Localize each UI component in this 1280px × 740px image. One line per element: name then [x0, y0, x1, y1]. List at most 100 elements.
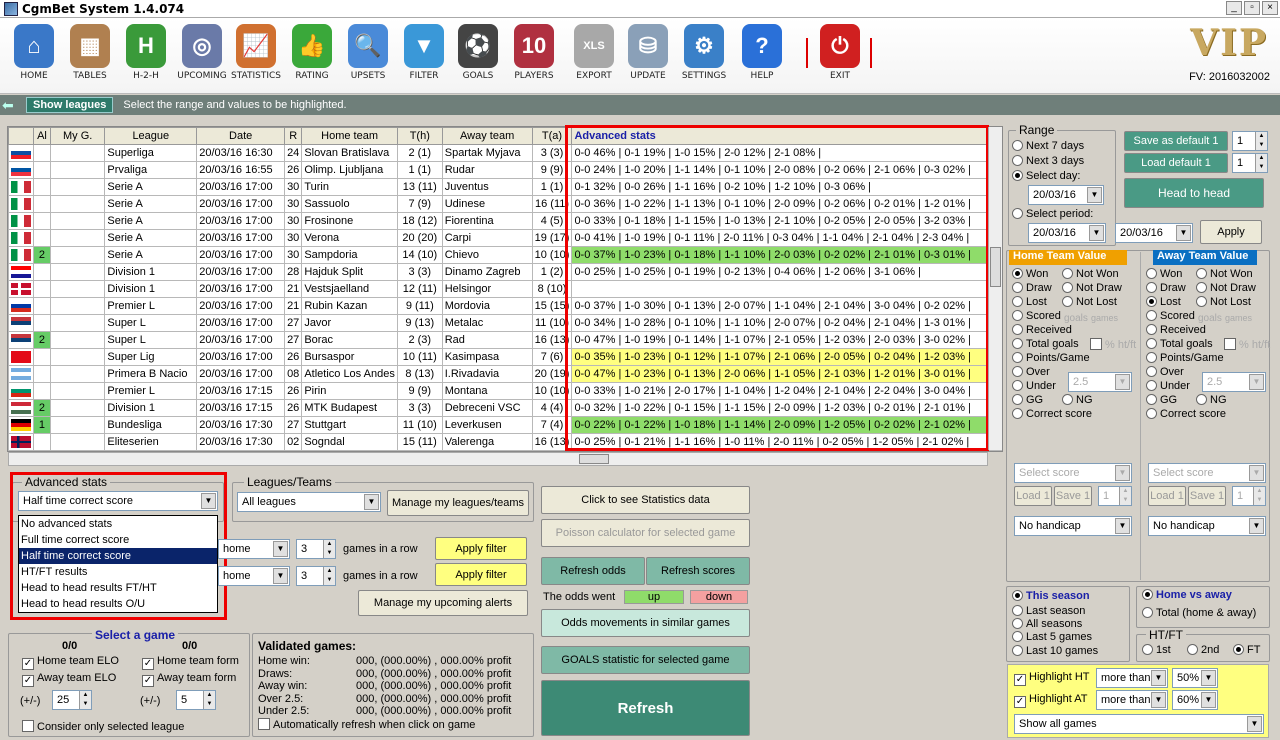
lost-radio[interactable]: Lost [1146, 296, 1181, 308]
statistics-data-button[interactable]: Click to see Statistics data [541, 486, 750, 514]
full-time-radio[interactable]: FT [1233, 644, 1260, 656]
column-header[interactable]: Away team [441, 127, 533, 145]
home-form-checkbox[interactable]: ✓ Home team form [142, 655, 239, 670]
apply-range-button[interactable]: Apply [1200, 220, 1262, 244]
received-radio[interactable]: Received [1146, 324, 1206, 336]
draw-radio[interactable]: Draw [1146, 282, 1186, 294]
over-under-select[interactable]: 2.5 ▼ [1068, 372, 1132, 392]
last-10-games-radio[interactable]: Last 10 games [1012, 645, 1098, 657]
lost-radio[interactable]: Lost [1012, 296, 1047, 308]
points-per-game-radio[interactable]: Points/Game [1012, 352, 1090, 364]
select-day-radio[interactable]: Select day: [1012, 170, 1080, 182]
highlight-at-checkbox[interactable]: ✓ Highlight AT [1014, 693, 1088, 708]
first-half-radio[interactable]: 1st [1142, 644, 1171, 656]
ng-radio[interactable]: NG [1062, 394, 1093, 406]
home-vs-away-radio[interactable]: Home vs away [1142, 589, 1232, 601]
save-default-button[interactable]: Save as default 1 [1124, 131, 1228, 151]
alert-count-2[interactable]: 3 ▲ ▼ [296, 566, 336, 586]
show-games-select[interactable]: Show all games ▼ [1014, 714, 1264, 734]
toolbar-tables-button[interactable]: ▦ TABLES [62, 24, 118, 81]
gg-radio[interactable]: GG [1012, 394, 1043, 406]
alert-team-select-2[interactable]: home ▼ [218, 566, 290, 586]
close-button[interactable]: × [1262, 1, 1278, 15]
won-radio[interactable]: Won [1146, 268, 1182, 280]
highlight-ht-checkbox[interactable]: ✓ Highlight HT [1014, 671, 1090, 686]
toolbar-help-button[interactable]: ? HELP [734, 24, 790, 81]
leagues-select[interactable]: All leagues ▼ [237, 492, 381, 512]
elo-range-spin[interactable]: 25 ▲ ▼ [52, 690, 92, 710]
refresh-button[interactable]: Refresh [541, 680, 750, 736]
refresh-odds-button[interactable]: Refresh odds [541, 557, 645, 585]
form-range-spin[interactable]: 5 ▲ ▼ [176, 690, 216, 710]
column-header[interactable]: Home team [301, 127, 398, 145]
next-7-days-radio[interactable]: Next 7 days [1012, 140, 1084, 152]
maximize-button[interactable]: ▫ [1244, 1, 1260, 15]
toolbar-statistics-button[interactable]: 📈 STATISTICS [228, 24, 284, 81]
alert-team-select-1[interactable]: home ▼ [218, 539, 290, 559]
toolbar-home-button[interactable]: ⌂ HOME [6, 24, 62, 81]
goals-statistic-button[interactable]: GOALS statistic for selected game [541, 646, 750, 674]
toolbar-rating-button[interactable]: 👍 RATING [284, 24, 340, 81]
under-radio[interactable]: Under [1146, 380, 1190, 392]
total-home-away-radio[interactable]: Total (home & away) [1142, 607, 1256, 619]
day-select[interactable]: 20/03/16 ▼ [1028, 185, 1104, 205]
not-won-radio[interactable]: Not Won [1062, 268, 1119, 280]
toolbar-upsets-button[interactable]: 🔍 UPSETS [340, 24, 396, 81]
all-seasons-radio[interactable]: All seasons [1012, 618, 1082, 630]
total-goals-radio[interactable]: Total goals [1012, 338, 1079, 350]
not-lost-radio[interactable]: Not Lost [1196, 296, 1251, 308]
under-radio[interactable]: Under [1012, 380, 1056, 392]
minimize-button[interactable]: _ [1226, 1, 1242, 15]
highlight-ht-operator[interactable]: more than ▼ [1096, 668, 1168, 688]
away-form-checkbox[interactable]: ✓ Away team form [142, 672, 236, 687]
consider-league-checkbox[interactable]: Consider only selected league [22, 720, 184, 733]
select-period-radio[interactable]: Select period: [1012, 208, 1093, 220]
second-half-radio[interactable]: 2nd [1187, 644, 1219, 656]
over-under-select[interactable]: 2.5 ▼ [1202, 372, 1266, 392]
not-lost-radio[interactable]: Not Lost [1062, 296, 1117, 308]
total-goals-radio[interactable]: Total goals [1146, 338, 1213, 350]
handicap-select[interactable]: No handicap ▼ [1148, 516, 1266, 536]
toolbar-update-button[interactable]: ⛁ UPDATE [620, 24, 676, 81]
draw-radio[interactable]: Draw [1012, 282, 1052, 294]
load-default-button[interactable]: Load default 1 [1124, 153, 1228, 173]
not-won-radio[interactable]: Not Won [1196, 268, 1253, 280]
points-per-game-radio[interactable]: Points/Game [1146, 352, 1224, 364]
scored-radio[interactable]: Scored [1146, 310, 1195, 322]
column-header[interactable]: My G. [49, 127, 106, 145]
show-leagues-tab[interactable]: Show leagues [26, 97, 114, 113]
correct-score-radio[interactable]: Correct score [1012, 408, 1092, 420]
poisson-button[interactable]: Poisson calculator for selected game [541, 519, 750, 547]
received-radio[interactable]: Received [1012, 324, 1072, 336]
load-slot-button[interactable]: Load 1 [1148, 486, 1186, 506]
last-season-radio[interactable]: Last season [1012, 605, 1085, 617]
won-radio[interactable]: Won [1012, 268, 1048, 280]
head-to-head-button[interactable]: Head to head [1124, 178, 1264, 208]
column-header[interactable]: Al [33, 127, 51, 145]
ng-radio[interactable]: NG [1196, 394, 1227, 406]
slot-spin[interactable]: 1 ▲ ▼ [1232, 486, 1266, 506]
toolbar-players-button[interactable]: 10 PLAYERS [506, 24, 562, 81]
back-arrow-icon[interactable]: ⬅ [2, 97, 26, 113]
column-header[interactable]: T(h) [396, 127, 443, 145]
home-elo-checkbox[interactable]: ✓ Home team ELO [22, 655, 119, 670]
not-draw-radio[interactable]: Not Draw [1196, 282, 1256, 294]
last-5-games-radio[interactable]: Last 5 games [1012, 631, 1092, 643]
alert-count-1[interactable]: 3 ▲ ▼ [296, 539, 336, 559]
gg-radio[interactable]: GG [1146, 394, 1177, 406]
slot-spin[interactable]: 1 ▲ ▼ [1098, 486, 1132, 506]
highlight-at-percent[interactable]: 60% ▼ [1172, 690, 1218, 710]
select-score-select[interactable]: Select score ▼ [1148, 463, 1266, 483]
pct-htft-checkbox[interactable]: % ht/ft [1090, 338, 1136, 351]
toolbar-settings-button[interactable]: ⚙ SETTINGS [676, 24, 732, 81]
away-elo-checkbox[interactable]: ✓ Away team ELO [22, 672, 116, 687]
toolbar-filter-button[interactable]: ▼ FILTER [396, 24, 452, 81]
manage-leagues-button[interactable]: Manage my leagues/teams [387, 490, 529, 516]
over-radio[interactable]: Over [1012, 366, 1050, 378]
odds-movements-button[interactable]: Odds movements in similar games [541, 609, 750, 637]
save-slot-button[interactable]: Save 1 [1188, 486, 1226, 506]
pct-htft-checkbox[interactable]: % ht/ft [1224, 338, 1270, 351]
load-slot-spin[interactable]: 1 ▲ ▼ [1232, 153, 1268, 173]
period-from-select[interactable]: 20/03/16 ▼ [1028, 223, 1106, 243]
apply-filter-button-1[interactable]: Apply filter [435, 537, 527, 560]
